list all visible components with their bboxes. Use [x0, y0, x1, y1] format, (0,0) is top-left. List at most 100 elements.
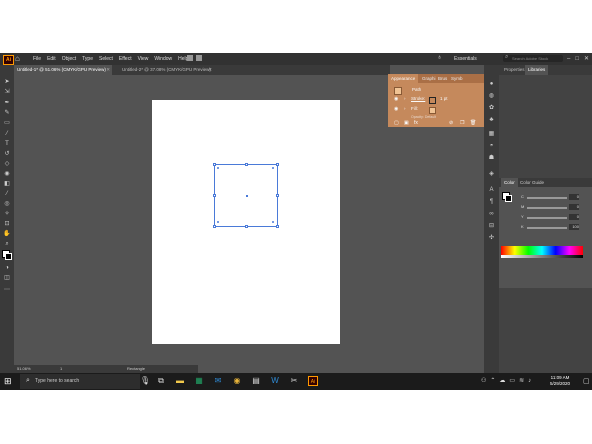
eyedropper-tool-icon[interactable]: ⁄ [3, 191, 11, 197]
eye-icon[interactable]: ◉ [394, 106, 398, 112]
hand-tool-icon[interactable]: ✋ [3, 231, 11, 237]
microphone-icon[interactable]: 🎙 [140, 376, 150, 386]
black-slider[interactable] [527, 227, 567, 229]
menu-effect[interactable]: Effect [119, 53, 132, 65]
expand-arrow-icon[interactable]: › [404, 96, 406, 102]
arrange-documents-icon[interactable] [187, 55, 193, 61]
magenta-slider[interactable] [527, 207, 567, 209]
paragraph-icon[interactable]: ¶ [488, 199, 495, 206]
yellow-slider-row[interactable]: Y 0 [521, 214, 581, 221]
corner-widget[interactable] [217, 167, 219, 169]
file-explorer-icon[interactable]: ▬ [175, 376, 185, 386]
task-view-icon[interactable]: ⧉ [156, 376, 166, 386]
add-stroke-icon[interactable]: ▢ [394, 120, 399, 126]
selection-tool-icon[interactable]: ➤ [3, 79, 11, 85]
links-icon[interactable]: ∞ [488, 211, 495, 218]
volume-icon[interactable]: ♪ [528, 373, 531, 390]
align-icon[interactable]: ⊟ [488, 223, 495, 230]
delete-item-icon[interactable]: 🗑 [470, 120, 476, 126]
tab-color-guide[interactable]: Color Guide [517, 178, 547, 187]
swatches-icon[interactable]: ▦ [488, 131, 495, 138]
eraser-tool-icon[interactable]: ◇ [3, 161, 11, 167]
minimize-icon[interactable]: – [567, 53, 570, 65]
magenta-slider-row[interactable]: M 0 [521, 204, 581, 211]
type-tool-icon[interactable]: T [3, 141, 11, 147]
wifi-icon[interactable]: ≋ [519, 373, 524, 390]
shape-builder-tool-icon[interactable]: ◉ [3, 171, 11, 177]
yellow-slider[interactable] [527, 217, 567, 219]
taskbar-search-box[interactable]: ⌕ Type here to search [20, 374, 140, 389]
maximize-icon[interactable]: □ [575, 53, 579, 65]
paintbrush-tool-icon[interactable]: ⁄ [3, 131, 11, 137]
stroke-panel-icon[interactable]: ◓ [488, 143, 495, 150]
eye-icon[interactable]: ◉ [394, 96, 398, 102]
appearance-panel-icon[interactable]: ● [488, 81, 495, 88]
tab-properties[interactable]: Properties [501, 65, 528, 75]
stock-search-input[interactable]: ⌕ Search Adobe Stock [503, 54, 563, 62]
menu-window[interactable]: Window [154, 53, 172, 65]
black-slider-row[interactable]: K 100 [521, 224, 581, 231]
character-icon[interactable]: A [488, 187, 495, 194]
gradient-tool-icon[interactable]: ◧ [3, 181, 11, 187]
black-value[interactable]: 100 [569, 224, 579, 230]
resize-handle[interactable] [213, 225, 216, 228]
add-effect-icon[interactable]: fx [414, 120, 418, 126]
stroke-label[interactable]: Stroke: [411, 96, 425, 102]
resize-handle[interactable] [276, 194, 279, 197]
tools-icon[interactable]: ✂ [289, 376, 299, 386]
cyan-slider-row[interactable]: C 0 [521, 194, 581, 201]
color-mode-icon[interactable]: ◑ [3, 265, 11, 271]
outlook-icon[interactable]: ✉ [213, 376, 223, 386]
artboard-tool-icon[interactable]: ⊡ [3, 221, 11, 227]
close-icon[interactable]: ✕ [584, 53, 589, 65]
tab-untitled-1[interactable]: Untitled-1* @ 51.06% (CMYK/GPU Preview) … [14, 65, 112, 75]
corner-widget[interactable] [272, 167, 274, 169]
chrome-icon[interactable]: ◉ [232, 376, 242, 386]
magenta-value[interactable]: 0 [569, 204, 579, 210]
graphic-styles-icon[interactable]: ◍ [488, 93, 495, 100]
more-tools-icon[interactable]: ⋯ [3, 287, 11, 293]
resize-handle[interactable] [213, 163, 216, 166]
cyan-slider[interactable] [527, 197, 567, 199]
color-spectrum[interactable] [501, 246, 583, 255]
stroke-weight-value[interactable]: 1 pt [440, 96, 448, 102]
resize-handle[interactable] [245, 163, 248, 166]
grayscale-ramp[interactable] [501, 255, 583, 258]
layers-icon[interactable]: ◈ [488, 171, 495, 178]
brushes-icon[interactable]: ✿ [488, 105, 495, 112]
pen-tool-icon[interactable]: ✒ [3, 100, 11, 106]
stroke-swatch[interactable] [5, 253, 12, 260]
clear-appearance-icon[interactable]: ⊘ [449, 120, 453, 126]
battery-icon[interactable]: ▭ [509, 373, 515, 390]
illustrator-taskbar-icon[interactable]: Ai [308, 376, 318, 386]
tab-appearance[interactable]: Appearance [388, 74, 419, 83]
resize-handle[interactable] [213, 194, 216, 197]
pathfinder-icon[interactable]: ✣ [488, 235, 495, 242]
word-icon[interactable]: W [270, 376, 280, 386]
corner-widget[interactable] [217, 221, 219, 223]
direct-selection-tool-icon[interactable]: ⇲ [3, 89, 11, 95]
zoom-tool-icon[interactable]: ⌕ [3, 241, 11, 247]
add-fill-icon[interactable]: ▣ [404, 120, 409, 126]
tab-color[interactable]: Color [501, 178, 518, 187]
drawing-mode-icon[interactable]: ◫ [3, 275, 11, 281]
rectangle-tool-icon[interactable]: ▭ [3, 120, 11, 126]
menu-file[interactable]: File [33, 53, 41, 65]
artboard-number[interactable]: 1 [60, 365, 62, 373]
symbol-sprayer-tool-icon[interactable]: ✧ [3, 211, 11, 217]
tab-symbols[interactable]: Symb [448, 74, 466, 83]
home-icon[interactable]: ⌂ [15, 54, 20, 63]
resize-handle[interactable] [276, 163, 279, 166]
clock[interactable]: 11:09 AM 5/29/2020 [540, 375, 580, 387]
menu-view[interactable]: View [138, 53, 149, 65]
fill-color-swatch[interactable] [429, 107, 436, 114]
resize-handle[interactable] [276, 225, 279, 228]
menu-select[interactable]: Select [99, 53, 113, 65]
windows-start-icon[interactable]: ⊞ [4, 377, 12, 386]
fill-label[interactable]: Fill: [411, 106, 418, 112]
menu-object[interactable]: Object [62, 53, 76, 65]
tab-untitled-2[interactable]: Untitled-2* @ 37.08% (CMYK/GPU Preview) … [119, 65, 214, 75]
duplicate-item-icon[interactable]: ❐ [460, 120, 464, 126]
chevron-up-icon[interactable]: ⌃ [490, 373, 495, 390]
cyan-value[interactable]: 0 [569, 194, 579, 200]
